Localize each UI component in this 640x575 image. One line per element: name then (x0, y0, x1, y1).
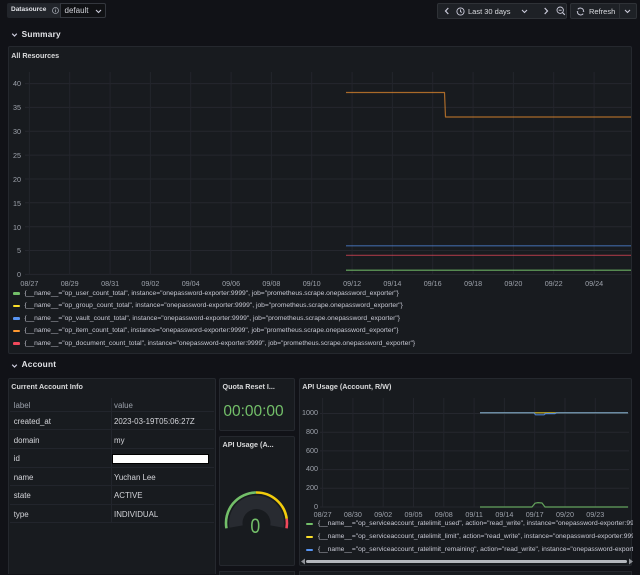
svg-text:0: 0 (250, 515, 260, 539)
